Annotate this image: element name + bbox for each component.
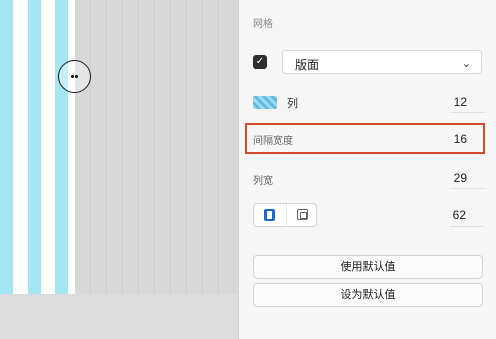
align-toggle-group bbox=[253, 203, 317, 227]
columns-label: 列 bbox=[287, 98, 298, 110]
grid-column bbox=[0, 0, 13, 294]
canvas-background bbox=[75, 0, 238, 294]
columns-row: 列 12 bbox=[239, 90, 496, 114]
grid-type-select[interactable]: 版面 ⌄ bbox=[282, 50, 482, 74]
grid-type-value: 版面 bbox=[295, 58, 320, 72]
artboard[interactable] bbox=[0, 0, 75, 294]
chevron-down-icon: ⌄ bbox=[461, 58, 471, 70]
column-width-row: 列宽 29 bbox=[239, 166, 496, 190]
gutter-label: 间隔宽度 bbox=[253, 136, 293, 147]
set-default-button[interactable]: 设为默认值 bbox=[253, 283, 483, 307]
column-width-label: 列宽 bbox=[253, 176, 273, 187]
column-width-input[interactable]: 29 bbox=[454, 171, 467, 185]
canvas-area[interactable] bbox=[0, 0, 238, 339]
grid-column bbox=[28, 0, 41, 294]
inspector-panel: 网格 ✓ 版面 ⌄ 列 12 间隔宽度 16 列宽 29 62 使用默认值 设为… bbox=[238, 0, 496, 339]
columns-underline bbox=[451, 112, 485, 113]
columns-input[interactable]: 12 bbox=[454, 95, 467, 109]
grid-type-row: ✓ 版面 ⌄ bbox=[239, 50, 496, 74]
checkbox-check-icon: ✓ bbox=[255, 56, 265, 67]
column-width-underline bbox=[451, 188, 485, 189]
grid-column bbox=[55, 0, 68, 294]
frame-align-icon bbox=[297, 209, 308, 220]
margin-underline bbox=[450, 226, 484, 227]
column-align-button[interactable] bbox=[254, 204, 285, 226]
grid-enabled-checkbox[interactable]: ✓ bbox=[253, 55, 267, 69]
gutter-input[interactable]: 16 bbox=[454, 132, 467, 146]
grid-columns-icon bbox=[253, 96, 277, 109]
margin-input[interactable]: 62 bbox=[453, 208, 466, 222]
column-align-icon bbox=[264, 209, 275, 221]
section-title: 网格 bbox=[253, 19, 273, 30]
gutter-row: 间隔宽度 16 bbox=[239, 127, 496, 151]
cursor-icon bbox=[58, 60, 91, 93]
use-default-button[interactable]: 使用默认值 bbox=[253, 255, 483, 279]
frame-align-button[interactable] bbox=[286, 204, 317, 226]
